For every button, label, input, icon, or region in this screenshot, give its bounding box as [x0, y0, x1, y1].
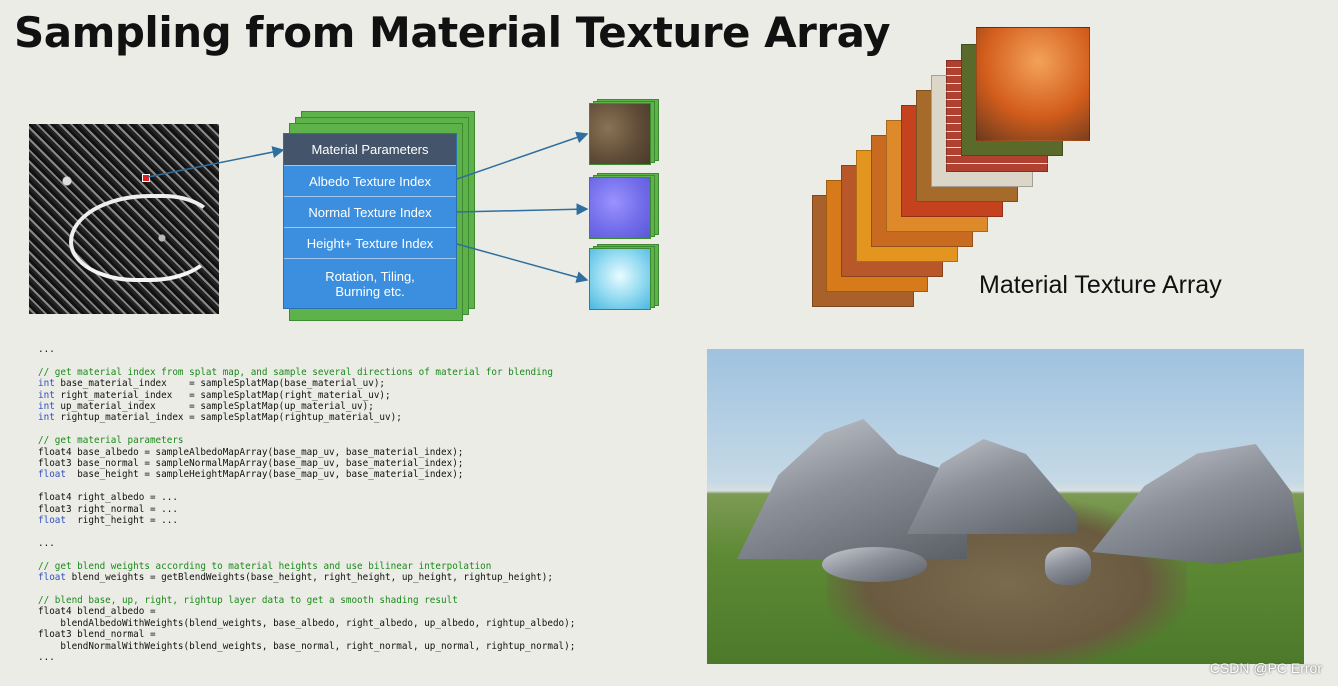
arrow-height	[456, 243, 589, 283]
scene-stone-small-right	[1045, 547, 1091, 585]
arrow-normal	[456, 203, 589, 216]
arrow-splat-to-params	[147, 146, 285, 178]
arrow-albedo	[456, 131, 589, 180]
shader-code-block: ... // get material index from splat map…	[38, 344, 576, 663]
watermark: CSDN @PC Error	[1209, 660, 1322, 676]
scene-stone-small-left	[822, 547, 927, 582]
scene-rock-middle	[907, 439, 1077, 534]
array-card-12-face	[976, 27, 1090, 141]
material-texture-array-label: Material Texture Array	[979, 271, 1222, 299]
rendered-terrain-scene	[707, 349, 1304, 664]
